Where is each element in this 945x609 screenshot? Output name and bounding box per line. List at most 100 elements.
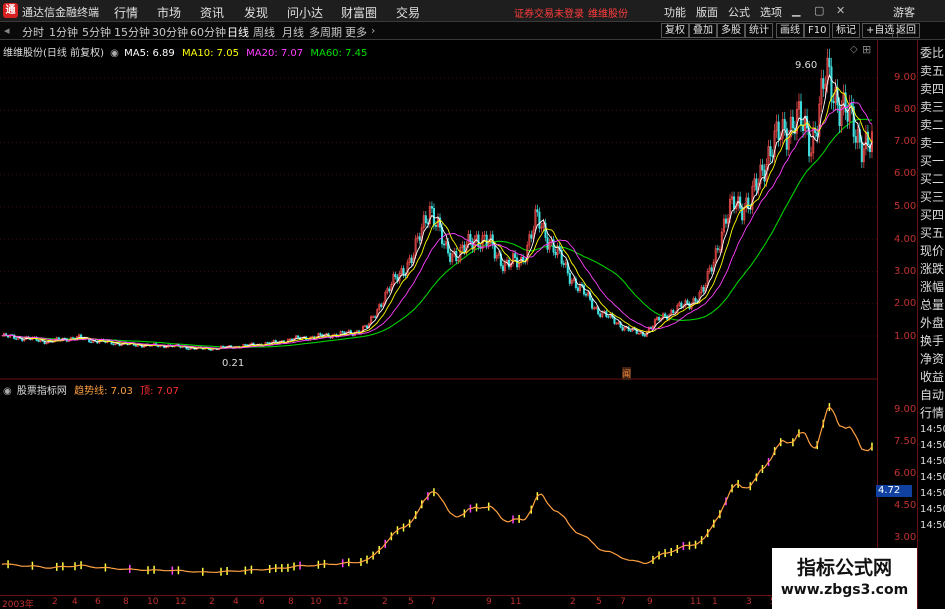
quote-field[interactable]: 买四 (920, 206, 944, 223)
indicator-chart[interactable] (0, 380, 877, 594)
period-1min[interactable]: 1分钟 (49, 24, 78, 40)
indicator-toggle-icon[interactable]: ◉ (3, 386, 12, 397)
menu-trade[interactable]: 交易 (396, 4, 420, 21)
period-60min[interactable]: 60分钟 (190, 24, 226, 40)
candle-body (694, 298, 697, 302)
sub-legend: ◉ 股票指标网 趋势线: 7.03 顶: 7.07 (3, 382, 179, 397)
restore-rights-button[interactable]: 复权 (661, 23, 689, 38)
quote-field[interactable]: 卖四 (920, 80, 944, 97)
stock-short-name: 维维股份 (588, 9, 628, 20)
quote-field[interactable]: 委比 (920, 44, 944, 61)
draw-line-button[interactable]: 画线 (776, 23, 804, 38)
quote-field[interactable]: 行情 (920, 404, 944, 421)
candle-body (838, 104, 841, 126)
quote-field[interactable]: 卖五 (920, 62, 944, 79)
period-monthly[interactable]: 月线 (282, 24, 304, 40)
price-axis-label: 3.00 (894, 266, 917, 277)
quote-field[interactable]: 现价 (920, 242, 944, 259)
date-axis-label: 2 (570, 597, 576, 607)
menu-markets[interactable]: 市场 (157, 4, 181, 21)
mark-button[interactable]: 标记 (832, 23, 860, 38)
period-multi[interactable]: 多周期 (309, 24, 342, 40)
candle-body (404, 274, 407, 277)
period-15min[interactable]: 15分钟 (114, 24, 150, 40)
candle-body (783, 119, 786, 129)
ma60-line (1, 118, 873, 348)
candle-body (37, 340, 40, 342)
period-daily[interactable]: 日线 (227, 24, 249, 40)
quote-field[interactable]: 收益 (920, 368, 944, 385)
period-intraday[interactable]: 分时 (22, 24, 44, 40)
tick-time: 14:50 (920, 456, 945, 467)
menu-formula[interactable]: 公式 (728, 4, 750, 20)
date-axis-label: 7 (430, 597, 436, 607)
minimize-icon[interactable]: ▁ (792, 4, 800, 17)
sub-axis-label: 7.50 (894, 436, 917, 447)
period-30min[interactable]: 30分钟 (152, 24, 188, 40)
current-value-badge: 4.72 (876, 485, 912, 497)
price-axis-label: 8.00 (894, 104, 917, 115)
watermark-url: www.zbgs3.com (780, 582, 909, 598)
menu-discover[interactable]: 发现 (244, 4, 268, 21)
candle-body (463, 244, 466, 252)
candle-body (724, 218, 728, 224)
chevron-right-icon[interactable]: › (371, 24, 375, 37)
quote-field[interactable]: 净资 (920, 350, 944, 367)
user-guest[interactable]: 游客 (893, 4, 915, 20)
quote-field[interactable]: 买二 (920, 170, 944, 187)
quote-field[interactable]: 卖二 (920, 116, 944, 133)
candle-body (828, 57, 831, 67)
candle-body (410, 257, 413, 264)
quote-field[interactable]: 涨跌 (920, 260, 944, 277)
restore-icon[interactable]: ▢ (814, 4, 824, 17)
multi-stock-button[interactable]: 多股 (717, 23, 745, 38)
quote-field[interactable]: 外盘 (920, 314, 944, 331)
candle-body (434, 224, 438, 227)
menu-layout[interactable]: 版面 (696, 4, 718, 20)
period-weekly[interactable]: 周线 (253, 24, 275, 40)
high-price-label: 9.60 (795, 60, 818, 71)
quote-field[interactable]: 买一 (920, 152, 944, 169)
back-button[interactable]: 返回 (892, 23, 920, 38)
expand-icon[interactable]: ⊞ (862, 43, 871, 56)
quote-field[interactable]: 卖三 (920, 98, 944, 115)
menu-market-quotes[interactable]: 行情 (114, 4, 138, 21)
login-warning[interactable]: 证券交易未登录 (514, 5, 584, 20)
candle-body (761, 164, 764, 171)
menu-wealth-circle[interactable]: 财富圈 (341, 4, 377, 21)
quote-field[interactable]: 卖一 (920, 134, 944, 151)
candle-body (643, 335, 646, 337)
candle-body (664, 313, 667, 317)
quote-field[interactable]: 自动 (920, 386, 944, 403)
quote-field[interactable]: 换手 (920, 332, 944, 349)
period-5min[interactable]: 5分钟 (82, 24, 111, 40)
menu-news[interactable]: 资讯 (200, 4, 224, 21)
candle-body (514, 253, 517, 258)
f10-button[interactable]: F10 (804, 23, 831, 38)
quote-field[interactable]: 买五 (920, 224, 944, 241)
quote-field[interactable]: 涨幅 (920, 278, 944, 295)
event-marker[interactable]: 闻 (622, 367, 632, 380)
close-icon[interactable]: ✕ (836, 4, 845, 17)
candle-body (755, 178, 758, 191)
candle-body (822, 78, 825, 89)
statistics-button[interactable]: 统计 (745, 23, 773, 38)
quote-field[interactable]: 买三 (920, 188, 944, 205)
date-axis-label: 10 (310, 597, 322, 607)
price-axis-label: 1.00 (894, 331, 917, 342)
quote-field[interactable]: 总量 (920, 296, 944, 313)
menu-functions[interactable]: 功能 (664, 4, 686, 20)
candle-body (134, 345, 137, 347)
candle-body (607, 316, 610, 318)
indicator-toggle-icon[interactable]: ◉ (110, 48, 119, 59)
date-axis-label: 1 (712, 597, 718, 607)
scroll-left-icon[interactable]: ◂ (4, 24, 10, 37)
menu-wenxiaoda[interactable]: 问小达 (287, 4, 323, 21)
period-more[interactable]: 更多 (345, 24, 367, 40)
main-kline-chart[interactable] (0, 40, 877, 380)
menu-options[interactable]: 选项 (760, 4, 782, 20)
candle-body (209, 349, 212, 351)
diamond-icon[interactable]: ◇ (850, 44, 858, 55)
candle-body (221, 345, 225, 348)
overlay-button[interactable]: 叠加 (689, 23, 717, 38)
